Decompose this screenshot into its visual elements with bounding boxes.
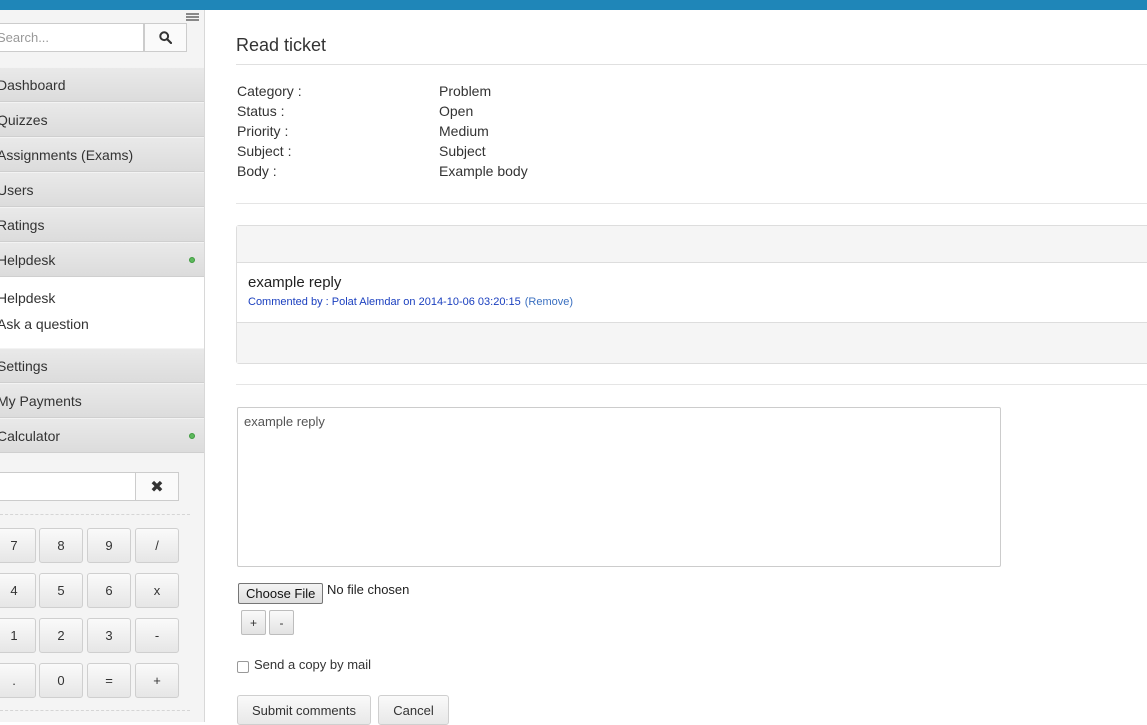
- calculator-display[interactable]: [0, 472, 136, 501]
- field-label: Category :: [237, 83, 302, 99]
- sidebar-item-label: Settings: [0, 358, 48, 374]
- divider: [236, 203, 1147, 204]
- calc-key-4[interactable]: 4: [0, 573, 36, 608]
- sidebar-item-my-payments[interactable]: My Payments: [0, 383, 204, 418]
- calc-key-3[interactable]: 3: [87, 618, 131, 653]
- sidebar-item-label: Helpdesk: [0, 252, 56, 268]
- status-dot-icon: [189, 433, 195, 439]
- calc-key-multiply[interactable]: x: [135, 573, 179, 608]
- field-value: Subject: [439, 143, 486, 159]
- sidebar-collapse-icon[interactable]: [186, 13, 199, 22]
- sidebar-item-label: Ratings: [0, 217, 45, 233]
- close-icon: ✖: [150, 478, 164, 496]
- send-copy-checkbox[interactable]: [237, 661, 249, 673]
- sidebar-item-settings[interactable]: Settings: [0, 348, 204, 383]
- send-copy-label: Send a copy by mail: [254, 657, 372, 672]
- sidebar-item-label: My Payments: [0, 393, 82, 409]
- comments-panel: example reply Commented by : Polat Alemd…: [236, 225, 1147, 364]
- field-value: Open: [439, 103, 474, 119]
- calc-key-0[interactable]: 0: [39, 663, 83, 698]
- submit-comments-button[interactable]: Submit comments: [237, 695, 371, 725]
- calculator: ✖ 7 8 9 / 4 5 6 x 1 2 3 - . 0 = +: [0, 462, 204, 722]
- divider: [236, 384, 1147, 385]
- sidebar-item-assignments[interactable]: Assignments (Exams): [0, 137, 204, 172]
- comment-item: example reply Commented by : Polat Alemd…: [237, 263, 1147, 322]
- sidebar-item-label: Dashboard: [0, 77, 66, 93]
- search-icon: [159, 31, 172, 44]
- sidebar-item-calculator[interactable]: Calculator: [0, 418, 204, 453]
- calc-key-2[interactable]: 2: [39, 618, 83, 653]
- comment-author-date: Commented by : Polat Alemdar on 2014-10-…: [248, 296, 521, 308]
- field-value: Medium: [439, 123, 489, 139]
- top-bar: [0, 0, 1147, 10]
- sidebar-item-label: Users: [0, 182, 34, 198]
- calc-key-6[interactable]: 6: [87, 573, 131, 608]
- calc-key-plus[interactable]: +: [135, 663, 179, 698]
- calc-key-5[interactable]: 5: [39, 573, 83, 608]
- comments-panel-footer: [237, 322, 1147, 363]
- calc-key-decimal[interactable]: .: [0, 663, 36, 698]
- submenu-item-helpdesk[interactable]: Helpdesk: [0, 285, 204, 311]
- divider: [0, 710, 190, 711]
- sidebar-item-users[interactable]: Users: [0, 172, 204, 207]
- choose-file-button[interactable]: Choose File: [238, 583, 324, 604]
- field-label: Subject :: [237, 143, 292, 159]
- comment-text: example reply: [248, 274, 342, 291]
- cancel-button[interactable]: Cancel: [378, 695, 449, 725]
- sidebar-item-helpdesk[interactable]: Helpdesk: [0, 242, 204, 277]
- page-title: Read ticket: [236, 35, 327, 55]
- calc-key-minus[interactable]: -: [135, 618, 179, 653]
- search-button[interactable]: [144, 23, 187, 52]
- sidebar-item-label: Assignments (Exams): [0, 147, 134, 163]
- remove-comment-link[interactable]: (Remove): [525, 296, 573, 308]
- field-label: Body :: [237, 163, 277, 179]
- status-dot-icon: [189, 257, 195, 263]
- calc-key-9[interactable]: 9: [87, 528, 131, 563]
- file-status-text: No file chosen: [327, 582, 410, 597]
- submenu-item-ask-question[interactable]: Ask a question: [0, 311, 204, 337]
- divider: [0, 514, 190, 515]
- sidebar: Dashboard Quizzes Assignments (Exams) Us…: [0, 10, 205, 722]
- remove-file-button[interactable]: -: [269, 610, 294, 635]
- field-label: Status :: [237, 103, 285, 119]
- sidebar-item-ratings[interactable]: Ratings: [0, 207, 204, 242]
- field-label: Priority :: [237, 123, 289, 139]
- calc-key-1[interactable]: 1: [0, 618, 36, 653]
- helpdesk-submenu: Helpdesk Ask a question: [0, 277, 204, 348]
- divider: [236, 64, 1147, 65]
- calculator-clear-button[interactable]: ✖: [135, 472, 179, 501]
- calc-key-7[interactable]: 7: [0, 528, 36, 563]
- calc-key-8[interactable]: 8: [39, 528, 83, 563]
- sidebar-item-label: Quizzes: [0, 112, 48, 128]
- field-value: Problem: [439, 83, 492, 99]
- main-content: Read ticket Category : Problem Status : …: [205, 10, 1147, 725]
- comments-panel-header: [237, 226, 1147, 263]
- field-value: Example body: [439, 163, 528, 179]
- sidebar-nav: Dashboard Quizzes Assignments (Exams) Us…: [0, 67, 204, 453]
- reply-textarea[interactable]: example reply: [237, 407, 1001, 567]
- comment-meta: Commented by : Polat Alemdar on 2014-10-…: [248, 296, 1147, 308]
- sidebar-item-dashboard[interactable]: Dashboard: [0, 67, 204, 102]
- calc-key-divide[interactable]: /: [135, 528, 179, 563]
- calc-key-equals[interactable]: =: [87, 663, 131, 698]
- sidebar-item-quizzes[interactable]: Quizzes: [0, 102, 204, 137]
- search-input[interactable]: [0, 23, 144, 52]
- sidebar-item-label: Calculator: [0, 428, 61, 444]
- add-file-button[interactable]: +: [241, 610, 266, 635]
